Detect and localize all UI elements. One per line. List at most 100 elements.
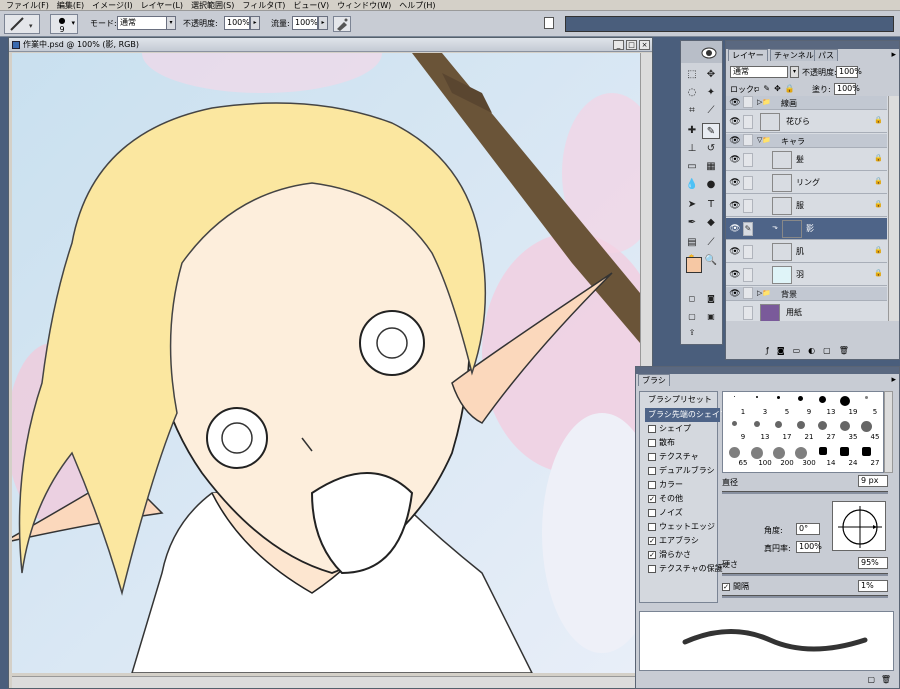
link-slot[interactable]: [743, 306, 753, 320]
tab-channels[interactable]: チャンネル: [770, 49, 818, 61]
link-slot[interactable]: [743, 245, 753, 259]
layer-actions-bar[interactable]: ƒ◙▭◐▢🗑: [766, 346, 857, 355]
tab-layers[interactable]: レイヤー: [728, 49, 768, 61]
menu-window[interactable]: ウィンドウ(W): [333, 0, 395, 11]
mode-dropdown-icon[interactable]: ▾: [166, 16, 176, 30]
menu-view[interactable]: ビュー(V): [289, 0, 333, 11]
brush-tip[interactable]: 3: [748, 394, 767, 416]
history-brush-icon[interactable]: ↺: [702, 141, 720, 157]
menu-select[interactable]: 選択範囲(S): [187, 0, 238, 11]
standard-mode-icon[interactable]: ◻: [683, 291, 701, 307]
checkbox[interactable]: [648, 564, 656, 573]
brush-tip[interactable]: 21: [792, 419, 813, 441]
brush-active-icon[interactable]: ✎: [743, 222, 753, 236]
angle-roundness-preview[interactable]: [832, 501, 886, 551]
diameter-input[interactable]: 9 px: [858, 475, 888, 487]
eye-icon[interactable]: 👁: [728, 153, 742, 167]
spacing-row[interactable]: ✓ 間隔: [722, 581, 749, 592]
eye-icon[interactable]: 👁: [728, 199, 742, 213]
layer-row-hair[interactable]: 👁 髪 🔒: [726, 149, 887, 171]
new-layer-icon[interactable]: ▢: [823, 346, 839, 355]
link-slot[interactable]: [743, 268, 753, 282]
spacing-input[interactable]: 1%: [858, 580, 888, 592]
layers-scrollbar[interactable]: [888, 96, 899, 321]
shape-dynamics-item[interactable]: シェイプ: [645, 422, 720, 436]
layer-row-ring[interactable]: 👁 リング 🔒: [726, 172, 887, 194]
opacity-arrow-icon[interactable]: ▸: [250, 16, 260, 30]
noise-item[interactable]: ノイズ: [645, 506, 720, 520]
brush-tip[interactable]: 200: [770, 445, 794, 467]
checkbox[interactable]: [648, 452, 656, 461]
panel-menu-icon[interactable]: ▸: [891, 50, 896, 60]
tab-paths[interactable]: パス: [814, 49, 838, 61]
brush-tool-icon[interactable]: ✎: [702, 123, 720, 139]
brush-tip[interactable]: 45: [858, 419, 879, 441]
mask-icon[interactable]: ◙: [777, 346, 793, 355]
opacity-input[interactable]: 100%: [224, 16, 250, 30]
flow-arrow-icon[interactable]: ▸: [318, 16, 328, 30]
menu-file[interactable]: ファイル(F): [2, 0, 53, 11]
brush-tip[interactable]: 19: [836, 394, 857, 416]
brush-tip[interactable]: 5: [770, 394, 789, 416]
trash-icon[interactable]: 🗑: [881, 675, 891, 684]
foreground-color-swatch[interactable]: [686, 257, 702, 273]
blend-mode-select[interactable]: 通常: [730, 66, 788, 78]
menu-help[interactable]: ヘルプ(H): [395, 0, 439, 11]
airbrush-toggle[interactable]: [333, 16, 351, 32]
drawing-canvas[interactable]: [12, 53, 640, 673]
maximize-icon[interactable]: □: [626, 40, 637, 50]
stamp-tool-icon[interactable]: ⊥: [683, 141, 701, 157]
brush-tip[interactable]: 5: [858, 394, 877, 416]
eyedropper-icon[interactable]: ⟋: [702, 235, 720, 251]
eye-icon[interactable]: 👁: [728, 268, 742, 282]
checkbox[interactable]: [648, 480, 656, 489]
wet-edges-item[interactable]: ウェットエッジ: [645, 520, 720, 534]
screen-mode-2-icon[interactable]: ▣: [702, 309, 720, 325]
brush-tip-shape-item[interactable]: ブラシ先端のシェイプ: [645, 408, 728, 422]
eye-icon[interactable]: 👁: [728, 287, 742, 301]
path-select-icon[interactable]: ➤: [683, 197, 701, 213]
tab-brush[interactable]: ブラシ: [638, 374, 670, 386]
eye-icon[interactable]: 👁: [728, 96, 742, 110]
blend-dropdown-icon[interactable]: ▾: [790, 66, 799, 78]
brush-tip[interactable]: 300: [792, 445, 816, 467]
screen-mode-1-icon[interactable]: ▢: [683, 309, 701, 325]
adjustment-icon[interactable]: ◐: [808, 346, 823, 355]
brush-tip[interactable]: 27: [814, 419, 835, 441]
layer-row-shadow[interactable]: 👁 ✎ ⬎ 影: [726, 218, 887, 240]
menu-edit[interactable]: 編集(E): [53, 0, 88, 11]
link-slot[interactable]: [743, 134, 753, 146]
protect-texture-item[interactable]: テクスチャの保護: [645, 562, 723, 576]
dual-brush-item[interactable]: デュアルブラシ: [645, 464, 720, 478]
layer-row-lineart[interactable]: 👁 ▷📁 線画: [726, 96, 887, 110]
new-preset-icon[interactable]: ▢: [867, 675, 875, 684]
other-dynamics-item[interactable]: ✓ その他: [645, 492, 720, 506]
crop-tool-icon[interactable]: ⌗: [683, 103, 701, 119]
tool-preset-picker[interactable]: ▾: [4, 14, 40, 34]
blur-tool-icon[interactable]: 💧: [683, 177, 701, 193]
type-tool-icon[interactable]: T: [702, 197, 720, 213]
brush-presets-item[interactable]: ブラシプリセット: [645, 393, 720, 407]
link-slot[interactable]: [743, 287, 753, 299]
hardness-slider[interactable]: [722, 573, 888, 576]
texture-item[interactable]: テクスチャ: [645, 450, 720, 464]
healing-tool-icon[interactable]: ✚: [683, 123, 701, 139]
checkbox[interactable]: [648, 438, 656, 447]
brush-tip[interactable]: 1: [726, 394, 745, 416]
brush-tips-scrollbar[interactable]: [884, 391, 893, 473]
minimize-icon[interactable]: _: [613, 40, 624, 50]
brush-tip[interactable]: 9: [792, 394, 811, 416]
eye-icon[interactable]: 👁: [728, 115, 742, 129]
lasso-tool-icon[interactable]: ◌: [683, 85, 701, 101]
brush-tip[interactable]: 13: [814, 394, 835, 416]
roundness-input[interactable]: 100%: [796, 541, 822, 553]
diameter-slider[interactable]: [722, 491, 888, 494]
brush-tip[interactable]: 35: [836, 419, 857, 441]
quickmask-mode-icon[interactable]: ◙: [702, 291, 720, 307]
eye-icon[interactable]: 👁: [728, 134, 742, 148]
close-icon[interactable]: ×: [639, 40, 650, 50]
checkbox[interactable]: [648, 424, 656, 433]
eye-hidden-icon[interactable]: 👁: [728, 306, 742, 320]
layer-row-chara[interactable]: 👁 ▽📁 キャラ: [726, 134, 887, 148]
spacing-slider[interactable]: [722, 595, 888, 598]
